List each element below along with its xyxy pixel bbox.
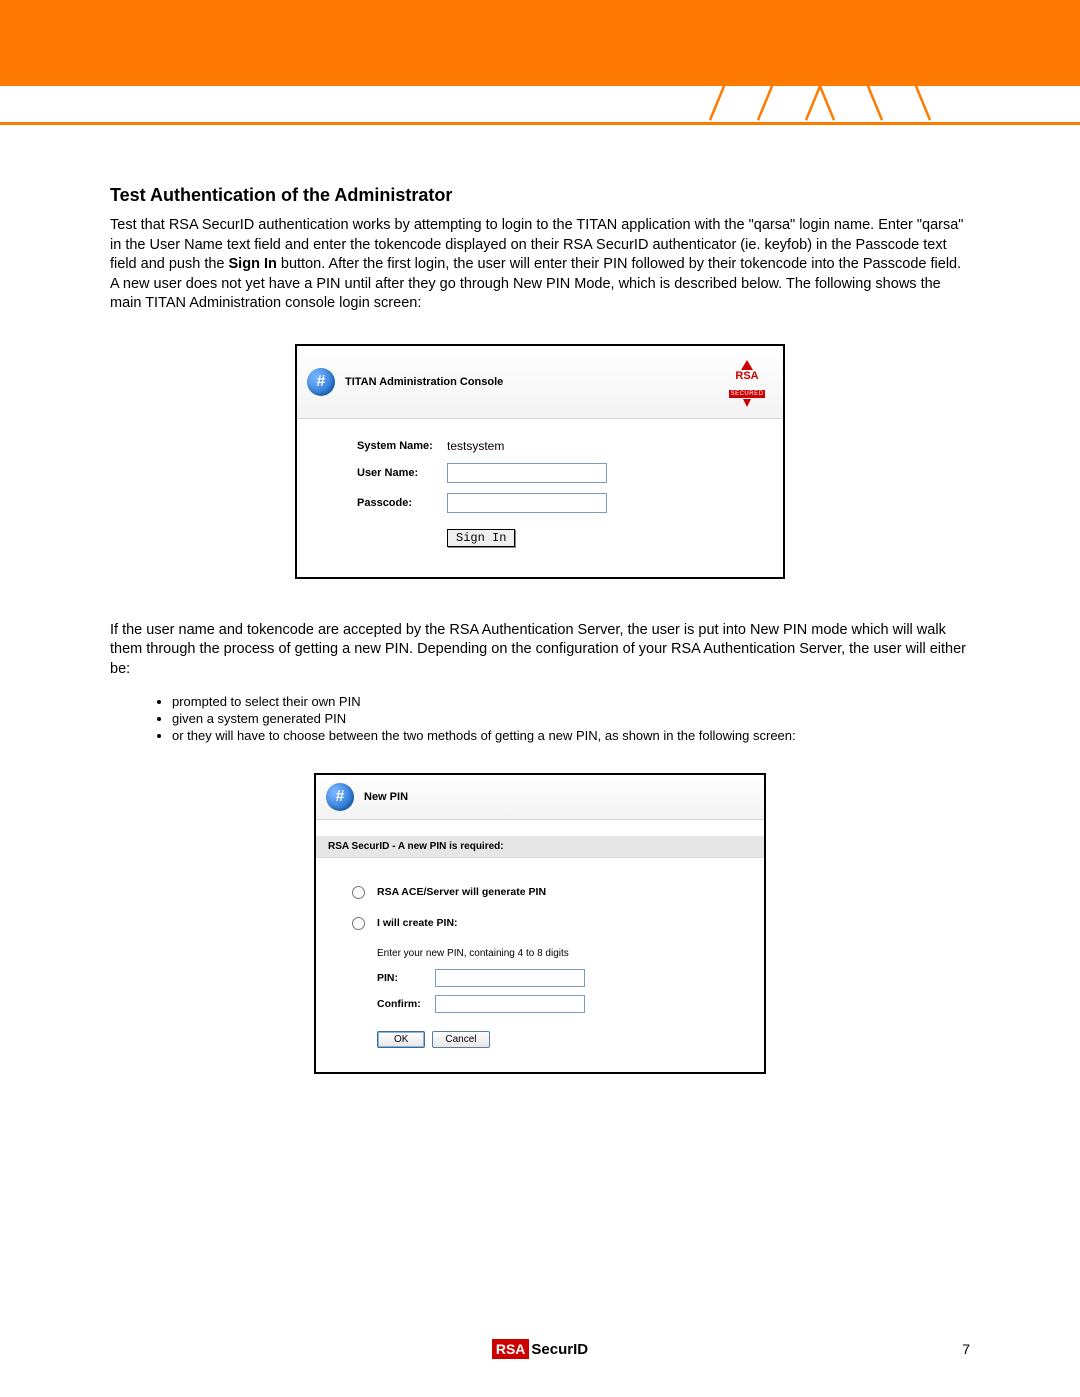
radio-server-generate[interactable] [352,886,365,899]
page-number: 7 [962,1341,970,1357]
signin-bold-word: Sign In [229,256,277,272]
footer-logo: RSA SecurID [0,1339,1080,1359]
pin-input[interactable] [435,969,585,987]
paragraph-2: If the user name and tokencode are accep… [110,621,970,680]
confirm-input[interactable] [435,995,585,1013]
username-label: User Name: [327,467,447,479]
new-pin-screenshot: # New PIN RSA SecurID - A new PIN is req… [314,773,766,1074]
option-user-create[interactable]: I will create PIN: [352,917,746,930]
confirm-label: Confirm: [377,998,435,1010]
bullet-2: given a system generated PIN [172,711,970,726]
option-server-generate-label: RSA ACE/Server will generate PIN [377,886,546,898]
rsa-secured-text: SECURED [729,390,766,398]
new-pin-required-bar: RSA SecurID - A new PIN is required: [316,836,764,858]
option-server-generate[interactable]: RSA ACE/Server will generate PIN [352,886,746,899]
radio-user-create[interactable] [352,917,365,930]
footer-rsa-box: RSA [492,1339,530,1359]
login-form: System Name: testsystem User Name: Passc… [297,419,783,577]
new-pin-header: # New PIN [316,775,764,820]
new-pin-title: New PIN [364,791,408,803]
ok-button[interactable]: OK [377,1031,425,1048]
option-user-create-label: I will create PIN: [377,917,458,929]
system-name-value: testsystem [447,439,504,453]
hash-icon: # [326,783,354,811]
pin-instructions: Enter your new PIN, containing 4 to 8 di… [352,948,746,959]
hash-icon: # [307,368,335,396]
passcode-label: Passcode: [327,497,447,509]
titan-console-screenshot: # TITAN Administration Console RSA SECUR… [295,344,785,579]
cancel-button[interactable]: Cancel [432,1031,489,1048]
new-pin-body: RSA ACE/Server will generate PIN I will … [316,858,764,1072]
system-name-label: System Name: [327,440,447,452]
bullet-1: prompted to select their own PIN [172,694,970,709]
rsa-brand-text: RSA [725,371,769,382]
footer-securid-text: SecurID [531,1341,588,1358]
passcode-input[interactable] [447,493,607,513]
sign-in-button[interactable]: Sign In [447,529,515,547]
pin-options-list: prompted to select their own PIN given a… [110,694,970,743]
rsa-secured-badge: RSA SECURED [725,360,769,404]
username-input[interactable] [447,463,607,483]
intro-paragraph: Test that RSA SecurID authentication wor… [110,216,970,314]
section-heading: Test Authentication of the Administrator [110,185,970,206]
page-header-bar [0,0,1080,86]
console-title: TITAN Administration Console [345,376,725,388]
bullet-3: or they will have to choose between the … [172,728,970,743]
console-header: # TITAN Administration Console RSA SECUR… [297,346,783,419]
pin-label: PIN: [377,972,435,984]
